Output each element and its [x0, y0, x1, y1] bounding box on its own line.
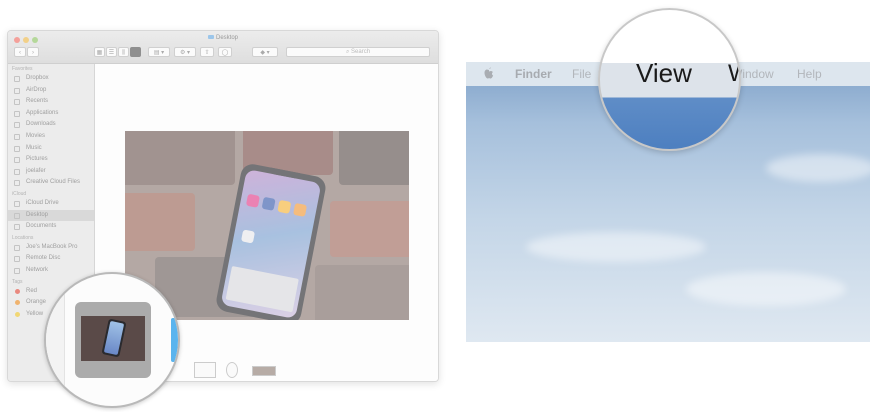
sidebar-item-remote-disc[interactable]: Remote Disc — [8, 253, 94, 265]
thumbnail[interactable] — [226, 362, 238, 378]
desktop-icon — [14, 212, 20, 219]
back-button[interactable]: ‹ — [14, 47, 26, 57]
sidebar-item-applications[interactable]: Applications — [8, 108, 94, 120]
sidebar-item-recents[interactable]: Recents — [8, 96, 94, 108]
dropbox-menu-button[interactable]: ◆ ▾ — [252, 47, 278, 57]
menu-view[interactable]: View — [636, 58, 692, 88]
menu-window-partial: W — [728, 60, 739, 88]
apple-icon[interactable] — [484, 67, 494, 79]
search-input[interactable]: ⌕ Search — [286, 47, 430, 57]
sidebar-item-creative-cloud[interactable]: Creative Cloud Files — [8, 177, 94, 189]
locations-heading: Locations — [12, 234, 34, 241]
sidebar-item-downloads[interactable]: Downloads — [8, 119, 94, 131]
folder-icon — [207, 35, 214, 40]
applications-icon — [14, 110, 20, 117]
tag-dot-icon — [15, 311, 20, 317]
music-icon — [14, 145, 20, 152]
icloud-heading: iCloud — [12, 190, 27, 197]
group-by-button[interactable]: ▤ ▾ — [148, 47, 170, 57]
download-icon — [14, 122, 20, 129]
thumbnail[interactable] — [252, 366, 276, 376]
menu-file[interactable]: File — [572, 66, 591, 82]
forward-button[interactable]: › — [27, 47, 39, 57]
laptop-icon — [14, 244, 20, 251]
sidebar-item-pictures[interactable]: Pictures — [8, 154, 94, 166]
airdrop-icon — [14, 87, 20, 94]
sidebar-item-airdrop[interactable]: AirDrop — [8, 85, 94, 97]
share-button[interactable]: ⇧ — [200, 47, 214, 57]
column-view-button[interactable]: ⫼ — [118, 47, 129, 57]
document-icon — [14, 224, 20, 231]
gallery-preview-image[interactable] — [125, 131, 409, 320]
film-icon — [14, 133, 20, 140]
sidebar-item-music[interactable]: Music — [8, 143, 94, 155]
sidebar-item-dropbox[interactable]: Dropbox — [8, 73, 94, 85]
favorites-heading: Favorites — [12, 66, 33, 72]
cloud-icon — [14, 200, 20, 207]
menu-help[interactable]: Help — [797, 66, 822, 82]
sidebar-item-icloud-drive[interactable]: iCloud Drive — [8, 198, 94, 210]
selected-thumbnail[interactable] — [75, 302, 151, 378]
action-gear-button[interactable]: ⚙ ▾ — [174, 47, 196, 57]
dropbox-icon — [14, 76, 20, 82]
title-bar: Desktop ‹ › ▦ ☰ ⫼ ▤ ▾ ⚙ ▾ ⇧ ◯ ◆ ▾ ⌕ Sear… — [8, 31, 438, 64]
pictures-icon — [14, 157, 20, 164]
thumbnail[interactable] — [194, 362, 216, 378]
sidebar-item-desktop[interactable]: Desktop — [8, 209, 94, 222]
list-view-button[interactable]: ☰ — [106, 47, 117, 57]
tag-button[interactable]: ◯ — [218, 47, 232, 57]
window-title: Desktop — [8, 35, 438, 41]
home-icon — [14, 168, 20, 175]
tag-dot-icon — [15, 288, 20, 294]
sidebar-item-documents[interactable]: Documents — [8, 221, 94, 233]
sidebar-item-home[interactable]: joelafer — [8, 166, 94, 178]
gallery-view-button[interactable] — [130, 47, 141, 57]
magnifier-thumbnail — [44, 272, 180, 408]
icon-view-button[interactable]: ▦ — [94, 47, 105, 57]
clock-icon — [14, 99, 20, 106]
magnifier-view-menu: View W — [598, 8, 741, 151]
tag-dot-icon — [15, 300, 20, 306]
menu-finder[interactable]: Finder — [515, 66, 552, 82]
sidebar-item-movies[interactable]: Movies — [8, 131, 94, 143]
creative-cloud-icon — [14, 180, 20, 187]
search-icon: ⌕ — [345, 49, 350, 55]
disc-icon — [14, 256, 20, 263]
sidebar-item-macbook[interactable]: Joe's MacBook Pro — [8, 242, 94, 254]
network-icon — [14, 267, 20, 274]
